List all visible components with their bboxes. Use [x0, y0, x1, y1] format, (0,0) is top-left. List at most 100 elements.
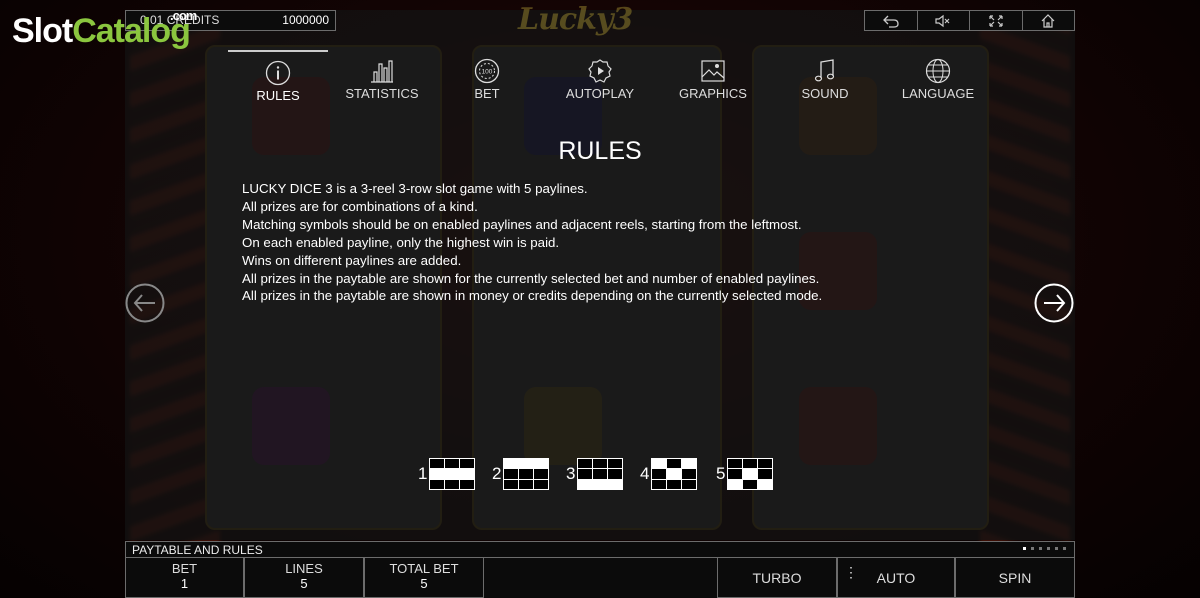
- auto-label: AUTO: [876, 570, 916, 586]
- bet-label: BET: [171, 561, 198, 576]
- total-bet-label: TOTAL BET: [389, 561, 459, 576]
- payline-cell: [534, 459, 549, 469]
- watermark-logo: SlotCatalog .com: [12, 8, 197, 51]
- tab-bet[interactable]: 100 BET: [437, 50, 537, 110]
- watermark-suffix: .com: [170, 8, 197, 23]
- payline-cell: [519, 469, 534, 479]
- payline-cell: [593, 459, 608, 469]
- tab-language[interactable]: LANGUAGE: [888, 50, 988, 110]
- bet-display[interactable]: BET 1: [125, 558, 244, 598]
- payline-cell: [578, 469, 593, 479]
- music-note-icon: [814, 59, 835, 82]
- rules-text: LUCKY DICE 3 is a 3-reel 3-row slot game…: [242, 180, 962, 305]
- payline-cell: [460, 479, 475, 489]
- fullscreen-button[interactable]: [970, 11, 1023, 30]
- tab-graphics-label: GRAPHICS: [679, 86, 747, 101]
- payline-cell: [667, 469, 682, 479]
- globe-icon: [925, 58, 951, 84]
- turbo-button[interactable]: TURBO: [717, 558, 837, 598]
- tab-language-label: LANGUAGE: [901, 86, 975, 101]
- page-dot: [1055, 547, 1058, 550]
- payline-cell: [728, 479, 743, 489]
- payline-cell: [608, 479, 623, 489]
- tab-autoplay[interactable]: AUTOPLAY: [550, 50, 650, 110]
- payline-item: 2: [492, 458, 550, 490]
- payline-diagram: [429, 458, 476, 490]
- rules-line: Wins on different paylines are added.: [242, 252, 462, 268]
- rules-line: All prizes in the paytable are shown in …: [242, 288, 823, 304]
- payline-cell: [667, 459, 682, 469]
- autoplay-icon: [588, 59, 612, 83]
- lines-display[interactable]: LINES 5: [244, 558, 364, 598]
- payline-cell: [758, 469, 773, 479]
- more-options-icon[interactable]: ⋮: [844, 558, 858, 579]
- payline-cell: [578, 479, 593, 489]
- menu-tabs: RULES STATISTICS 100 BET AUTOPLAY GRAPHI…: [228, 50, 988, 110]
- section-title-bar: PAYTABLE AND RULES: [125, 541, 1075, 558]
- home-button[interactable]: [1023, 11, 1075, 30]
- lines-value: 5: [300, 576, 308, 591]
- section-title: PAYTABLE AND RULES: [132, 543, 263, 557]
- page-dot: [1031, 547, 1034, 550]
- tab-sound-label: SOUND: [801, 86, 849, 101]
- payline-cell: [652, 469, 667, 479]
- tab-graphics[interactable]: GRAPHICS: [663, 50, 763, 110]
- home-icon: [1041, 13, 1055, 28]
- bottom-bar: PAYTABLE AND RULES BET 1 LINES 5 TOTAL B…: [125, 541, 1075, 598]
- auto-button[interactable]: ⋮ AUTO: [837, 558, 955, 598]
- payline-cell: [743, 469, 758, 479]
- payline-cell: [682, 479, 697, 489]
- payline-cell: [460, 459, 475, 469]
- info-icon: [265, 60, 291, 86]
- payline-item: 4: [640, 458, 698, 490]
- payline-number: 4: [640, 464, 650, 483]
- spin-button[interactable]: SPIN: [955, 558, 1075, 598]
- payline-cell: [743, 479, 758, 489]
- payline-cell: [652, 459, 667, 469]
- top-controls: [864, 10, 1075, 31]
- payline-cell: [460, 469, 475, 479]
- payline-cell: [445, 469, 460, 479]
- tab-rules[interactable]: RULES: [228, 50, 328, 110]
- payline-cell: [504, 459, 519, 469]
- payline-item: 5: [716, 458, 774, 490]
- payline-item: 3: [566, 458, 624, 490]
- payline-cell: [578, 459, 593, 469]
- rules-title: RULES: [558, 137, 642, 165]
- sound-toggle-button[interactable]: [918, 11, 970, 30]
- rules-line: On each enabled payline, only the highes…: [242, 234, 560, 250]
- page-dot: [1047, 547, 1050, 550]
- tab-rules-label: RULES: [256, 88, 300, 103]
- tab-statistics-label: STATISTICS: [345, 86, 419, 101]
- bet-value: 1: [180, 576, 189, 591]
- payline-number: 5: [716, 464, 726, 483]
- total-bet-display: TOTAL BET 5: [364, 558, 484, 598]
- tab-sound[interactable]: SOUND: [775, 50, 875, 110]
- payline-cell: [758, 479, 773, 489]
- tab-autoplay-label: AUTOPLAY: [565, 86, 635, 101]
- payline-cell: [593, 469, 608, 479]
- total-bet-value: 5: [420, 576, 428, 591]
- page-dot: [1063, 547, 1066, 550]
- tab-bet-label: BET: [474, 86, 500, 101]
- next-page-arrow-icon[interactable]: [1034, 283, 1074, 323]
- back-icon: [882, 15, 899, 28]
- rules-line: All prizes are for combinations of a kin…: [242, 198, 478, 214]
- page-dot: [1023, 547, 1026, 550]
- previous-page-arrow-icon[interactable]: [125, 283, 165, 323]
- tab-statistics[interactable]: STATISTICS: [332, 50, 432, 110]
- payline-number: 3: [566, 464, 576, 483]
- payline-cell: [519, 479, 534, 489]
- payline-cell: [667, 479, 682, 489]
- payline-cell: [743, 459, 758, 469]
- rules-line: Matching symbols should be on enabled pa…: [242, 216, 802, 232]
- payline-diagram: [727, 458, 774, 490]
- back-button[interactable]: [865, 11, 918, 30]
- payline-cell: [728, 469, 743, 479]
- sound-off-icon: [935, 14, 950, 27]
- watermark-part1: Slot: [12, 12, 73, 50]
- payline-number: 2: [492, 464, 502, 483]
- rules-line: All prizes in the paytable are shown for…: [242, 270, 820, 286]
- payline-diagram: [577, 458, 624, 490]
- bar-chart-icon: [371, 60, 393, 83]
